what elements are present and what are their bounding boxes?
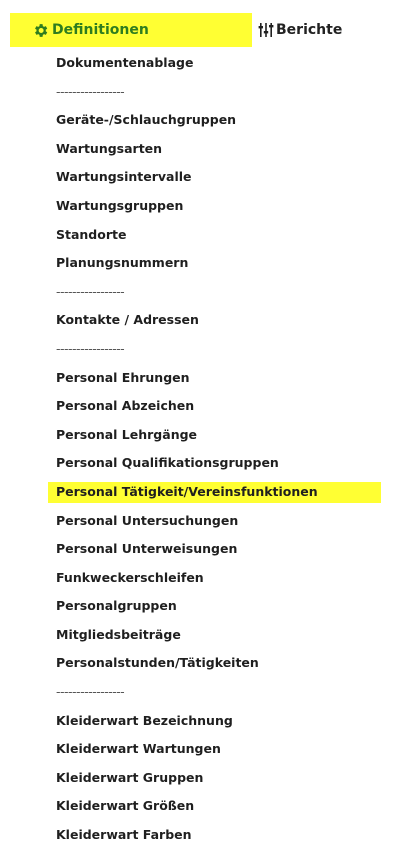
menu-item-label: Wartungsarten <box>56 140 163 156</box>
menu-item-label: Kleiderwart Bezeichnung <box>56 712 233 728</box>
menu-item-personal-ehrungen[interactable]: Personal Ehrungen <box>0 364 400 393</box>
menu-item-personal-lehrgaenge[interactable]: Personal Lehrgänge <box>0 421 400 450</box>
separator-text: ----------------- <box>56 684 125 700</box>
tab-definitionen-label: Definitionen <box>52 22 149 38</box>
menu-item-label: Mitgliedsbeiträge <box>56 626 181 642</box>
menu-item-funkweckerschleifen[interactable]: Funkweckerschleifen <box>0 564 400 593</box>
top-tab-bar: Definitionen Berichte <box>0 0 400 56</box>
menu-item-standorte[interactable]: Standorte <box>0 221 400 250</box>
definitionen-menu: Dokumentenablage ----------------- Geräte-… <box>0 49 400 850</box>
separator-text: ----------------- <box>56 83 125 99</box>
separator-text: ----------------- <box>56 283 125 299</box>
menu-item-label: Personal Abzeichen <box>56 398 195 414</box>
menu-item-label: Dokumentenablage <box>56 55 194 70</box>
menu-item-personalgruppen[interactable]: Personalgruppen <box>0 592 400 621</box>
menu-item-personal-abzeichen[interactable]: Personal Abzeichen <box>0 392 400 421</box>
menu-item-kontakte-adressen[interactable]: Kontakte / Adressen <box>0 306 400 335</box>
menu-item-personal-taetigkeit-vereinsfunktionen[interactable]: Personal Tätigkeit/Vereinsfunktionen <box>0 478 400 507</box>
menu-item-label: Personalgruppen <box>56 598 177 614</box>
menu-separator: ----------------- <box>0 678 400 707</box>
menu-item-label: Personal Lehrgänge <box>56 426 198 442</box>
menu-item-geraete-schlauchgruppen[interactable]: Geräte-/Schlauchgruppen <box>0 106 400 135</box>
menu-item-personal-untersuchungen[interactable]: Personal Untersuchungen <box>0 507 400 536</box>
menu-item-personalstunden-taetigkeiten[interactable]: Personalstunden/Tätigkeiten <box>0 649 400 678</box>
menu-item-kleiderwart-farben[interactable]: Kleiderwart Farben <box>0 821 400 850</box>
menu-item-dokumentenablage[interactable]: Dokumentenablage <box>0 49 400 78</box>
menu-item-personal-qualifikationsgruppen[interactable]: Personal Qualifikationsgruppen <box>0 449 400 478</box>
menu-item-label: Personal Untersuchungen <box>56 512 239 528</box>
menu-item-label: Personal Tätigkeit/Vereinsfunktionen <box>56 483 318 499</box>
menu-item-label: Personalstunden/Tätigkeiten <box>56 655 259 671</box>
separator-text: ----------------- <box>56 340 125 356</box>
menu-item-wartungsarten[interactable]: Wartungsarten <box>0 135 400 164</box>
menu-separator: ----------------- <box>0 78 400 107</box>
menu-item-kleiderwart-wartungen[interactable]: Kleiderwart Wartungen <box>0 735 400 764</box>
menu-item-label: Wartungsgruppen <box>56 197 184 213</box>
menu-item-label: Geräte-/Schlauchgruppen <box>56 112 237 128</box>
menu-item-kleiderwart-bezeichnung[interactable]: Kleiderwart Bezeichnung <box>0 707 400 736</box>
menu-separator: ----------------- <box>0 335 400 364</box>
menu-item-label: Personal Unterweisungen <box>56 541 238 557</box>
menu-item-personal-unterweisungen[interactable]: Personal Unterweisungen <box>0 535 400 564</box>
menu-item-planungsnummern[interactable]: Planungsnummern <box>0 249 400 278</box>
menu-item-label: Planungsnummern <box>56 255 189 271</box>
menu-item-label: Personal Qualifikationsgruppen <box>56 455 279 471</box>
gear-icon <box>32 22 49 39</box>
tab-berichte[interactable]: Berichte <box>252 13 342 47</box>
menu-item-label: Kleiderwart Gruppen <box>56 769 204 785</box>
menu-item-label: Standorte <box>56 226 127 242</box>
menu-item-kleiderwart-groessen[interactable]: Kleiderwart Größen <box>0 792 400 821</box>
menu-item-label: Kontakte / Adressen <box>56 312 199 328</box>
menu-item-wartungsgruppen[interactable]: Wartungsgruppen <box>0 192 400 221</box>
menu-item-label: Kleiderwart Wartungen <box>56 741 221 757</box>
menu-item-label: Personal Ehrungen <box>56 369 190 385</box>
sliders-icon <box>258 22 274 38</box>
menu-item-label: Kleiderwart Farben <box>56 827 192 843</box>
menu-item-label: Funkweckerschleifen <box>56 569 204 585</box>
tab-definitionen[interactable]: Definitionen <box>10 13 252 47</box>
tab-berichte-label: Berichte <box>276 22 343 38</box>
menu-item-mitgliedsbeitraege[interactable]: Mitgliedsbeiträge <box>0 621 400 650</box>
menu-item-label: Wartungsintervalle <box>56 169 192 185</box>
menu-item-wartungsintervalle[interactable]: Wartungsintervalle <box>0 163 400 192</box>
menu-separator: ----------------- <box>0 278 400 307</box>
menu-item-label: Kleiderwart Größen <box>56 798 195 814</box>
menu-item-kleiderwart-gruppen[interactable]: Kleiderwart Gruppen <box>0 764 400 793</box>
